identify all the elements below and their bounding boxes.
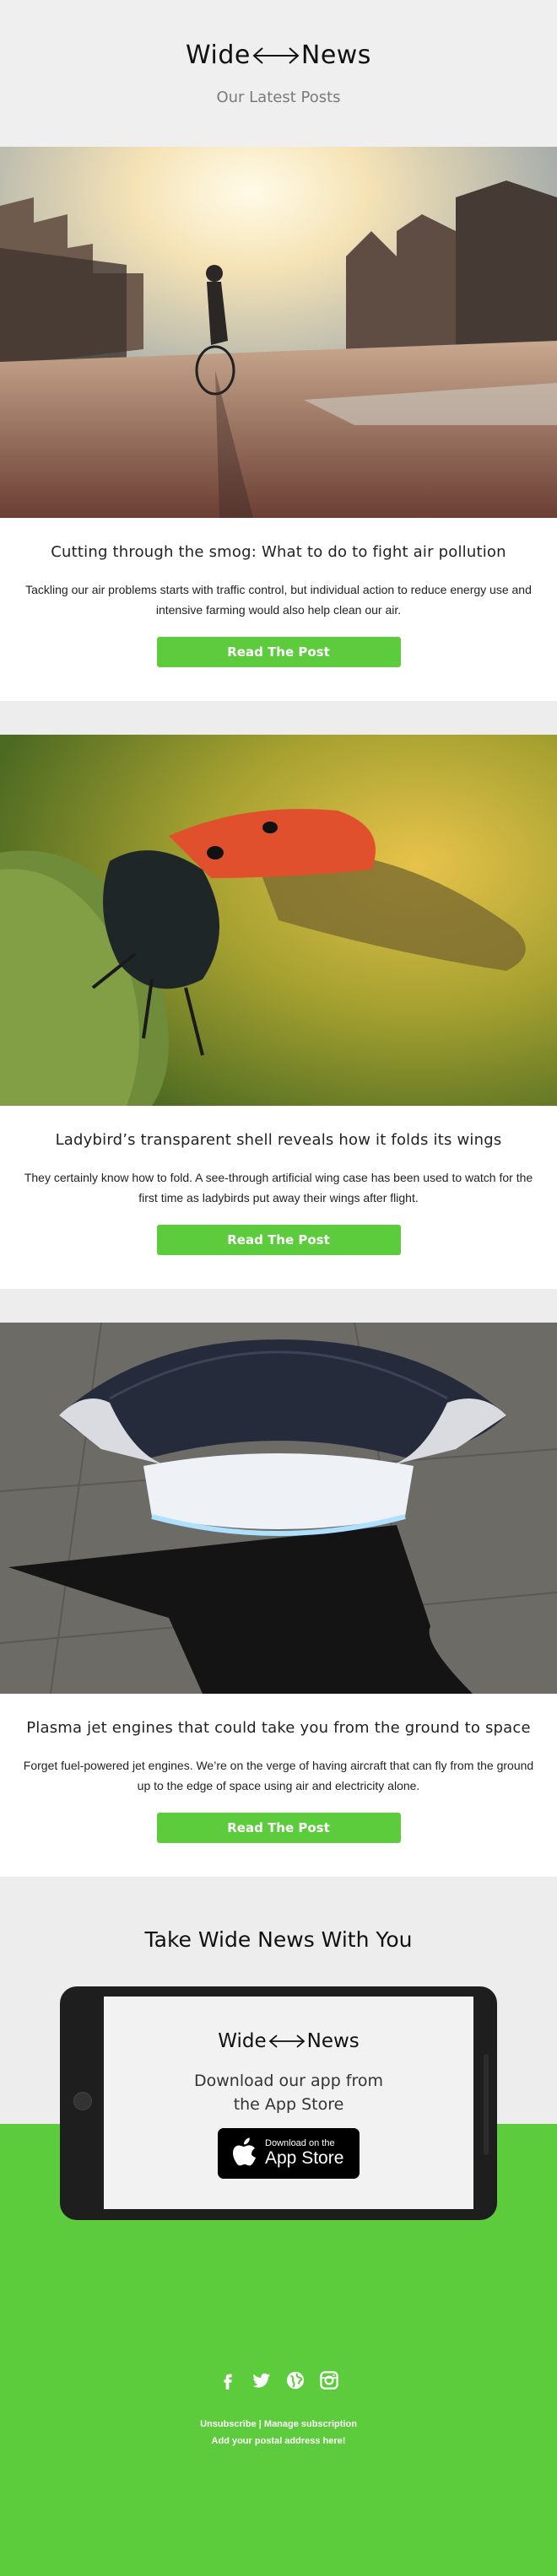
post-excerpt: They certainly know how to fold. A see-t… [24, 1171, 533, 1204]
post-excerpt: Forget fuel-powered jet engines. We’re o… [23, 1759, 534, 1792]
phone-screen: Wide News Download our app from the App … [104, 1997, 473, 2209]
post-card: Ladybird’s transparent shell reveals how… [0, 735, 557, 1289]
post-title[interactable]: Plasma jet engines that could take you f… [17, 1719, 540, 1737]
read-post-button[interactable]: Read The Post [156, 1813, 401, 1843]
post-title[interactable]: Ladybird’s transparent shell reveals how… [17, 1131, 540, 1149]
app-download-text: Download our app from the App Store [104, 2069, 473, 2116]
read-post-button[interactable]: Read The Post [156, 1225, 401, 1255]
phone-side-speaker [484, 2054, 489, 2155]
post-image-plasma-jet[interactable] [0, 1323, 557, 1694]
phone-home-button [73, 2092, 92, 2110]
email-header: Wide News Our Latest Posts [0, 0, 557, 147]
phone-mockup: Wide News Download our app from the App … [60, 1986, 497, 2220]
app-store-label: Download on the App Store [265, 2138, 343, 2169]
manage-subscription-link[interactable]: Manage subscription [264, 2419, 357, 2429]
logo-word-news: News [306, 2030, 360, 2052]
footer-links: Unsubscribe | Manage subscription Add yo… [0, 2416, 557, 2449]
post-card: Plasma jet engines that could take you f… [0, 1323, 557, 1877]
post-divider [0, 1289, 557, 1323]
app-promo-title: Take Wide News With You [144, 1927, 413, 1952]
apple-icon [233, 2137, 256, 2166]
app-store-small-text: Download on the [265, 2138, 335, 2148]
read-post-button[interactable]: Read The Post [156, 637, 401, 667]
app-store-big-text: App Store [265, 2148, 344, 2168]
double-arrow-icon [268, 2034, 305, 2048]
app-download-line-2: the App Store [233, 2095, 344, 2114]
facebook-icon[interactable] [218, 2370, 238, 2390]
post-image-street-cyclist[interactable] [0, 147, 557, 518]
logo-word-news: News [300, 40, 371, 70]
post-card: Cutting through the smog: What to do to … [0, 147, 557, 701]
email-footer: Unsubscribe | Manage subscription Add yo… [0, 2370, 557, 2576]
post-title[interactable]: Cutting through the smog: What to do to … [17, 543, 540, 561]
instagram-icon[interactable] [319, 2370, 339, 2390]
app-download-line-1: Download our app from [193, 2072, 384, 2090]
post-image-ladybird[interactable] [0, 735, 557, 1106]
footer-separator: | [256, 2419, 264, 2429]
globe-icon[interactable] [285, 2370, 306, 2390]
double-arrow-icon [252, 46, 300, 64]
wide-news-logo[interactable]: Wide News [186, 40, 371, 70]
social-links [0, 2370, 557, 2390]
app-promo-section: Take Wide News With You Wide News Downlo… [0, 1877, 557, 2370]
post-divider [0, 701, 557, 735]
unsubscribe-link[interactable]: Unsubscribe [200, 2419, 257, 2429]
logo-word-wide: Wide [218, 2030, 267, 2052]
logo-word-wide: Wide [186, 40, 251, 70]
post-excerpt: Tackling our air problems starts with tr… [25, 583, 532, 617]
app-store-button[interactable]: Download on the App Store [218, 2128, 360, 2179]
wide-news-logo: Wide News [218, 2030, 360, 2052]
page-subtitle: Our Latest Posts [216, 89, 341, 106]
twitter-icon[interactable] [251, 2370, 272, 2390]
postal-address: Add your postal address here! [211, 2436, 346, 2446]
